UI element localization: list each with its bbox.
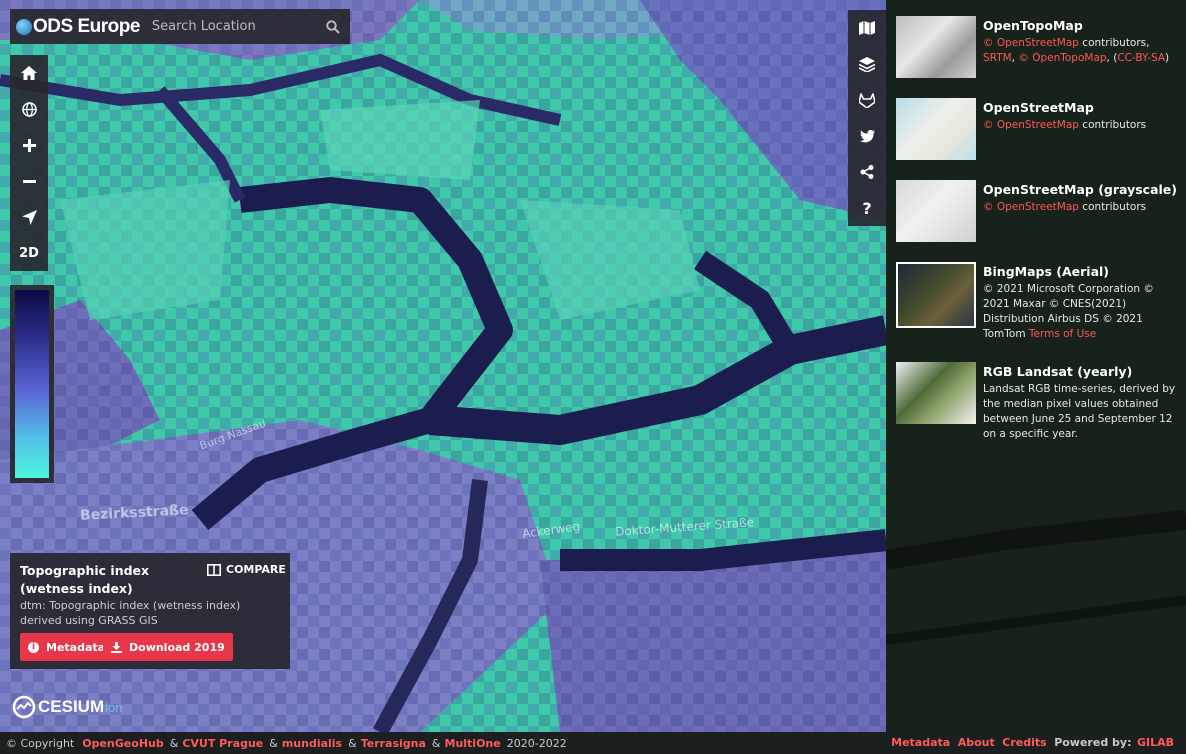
basemap-attribution: © OpenStreetMap contributors [983, 201, 1147, 213]
layers-icon [859, 56, 875, 72]
basemap-thumbnail [896, 180, 976, 242]
basemap-title: OpenStreetMap (grayscale) [983, 182, 1177, 197]
basemap-item-openstreetmap-grayscale[interactable]: OpenStreetMap (grayscale) © OpenStreetMa… [886, 174, 1186, 242]
footer-partner-link[interactable]: MultiOne [445, 737, 501, 750]
help-icon: ? [862, 198, 872, 218]
twitter-icon [859, 129, 875, 142]
attribution-link[interactable]: © OpenTopoMap [1018, 52, 1106, 64]
footer-separator: & [269, 736, 278, 750]
basemap-thumbnail [896, 16, 976, 78]
footer-metadata-link[interactable]: Metadata [891, 736, 950, 749]
attribution-link[interactable]: © OpenStreetMap [983, 201, 1079, 213]
zoom-in-button[interactable] [10, 127, 48, 163]
cesium-logo-icon [12, 695, 36, 719]
locate-button[interactable] [10, 199, 48, 235]
basemap-attribution: © OpenStreetMap contributors, SRTM, © Op… [983, 37, 1170, 64]
gitlab-icon [859, 92, 875, 108]
right-toolbar: ? [848, 10, 886, 226]
footer-years: 2020-2022 [506, 736, 567, 750]
basemap-attribution: © 2021 Microsoft Corporation © 2021 Maxa… [983, 283, 1154, 340]
attribution-link[interactable]: SRTM [983, 52, 1012, 64]
basemap-item-bingmaps-aerial[interactable]: BingMaps (Aerial) © 2021 Microsoft Corpo… [886, 256, 1186, 342]
globe-button[interactable] [10, 91, 48, 127]
basemap-item-rgb-landsat[interactable]: RGB Landsat (yearly) Landsat RGB time-se… [886, 356, 1186, 442]
metadata-label: Metadata [46, 640, 106, 654]
footer-gilab-link[interactable]: GILAB [1137, 736, 1174, 749]
cesium-logo[interactable]: CESIUM ion [12, 695, 122, 719]
locate-arrow-icon [21, 209, 37, 225]
attribution-link[interactable]: © OpenStreetMap [983, 37, 1079, 49]
footer-partner-link[interactable]: mundialis [282, 737, 342, 750]
zoom-out-button[interactable] [10, 163, 48, 199]
compare-button[interactable]: COMPARE [207, 563, 286, 576]
layers-button[interactable] [848, 46, 886, 82]
help-button[interactable]: ? [848, 190, 886, 226]
search-input[interactable] [149, 18, 334, 35]
footer-partner-link[interactable]: OpenGeoHub [82, 737, 163, 750]
footer-links: Metadata About Credits Powered by: GILAB [891, 736, 1174, 749]
footer-separator: & [169, 736, 179, 750]
basemap-thumbnail-selected [896, 262, 976, 328]
home-button[interactable] [10, 55, 48, 91]
info-circle-icon: i [28, 641, 39, 653]
globe-icon [21, 101, 37, 117]
footer: © Copyright OpenGeoHub & CVUT Prague & m… [0, 732, 1186, 754]
footer-copyright: © Copyright [6, 736, 75, 750]
attribution-link[interactable]: Terms of Use [1029, 328, 1096, 340]
map-icon [859, 21, 875, 35]
basemap-attribution: © OpenStreetMap contributors [983, 119, 1147, 131]
share-button[interactable] [848, 154, 886, 190]
share-icon [860, 165, 874, 179]
basemap-thumbnail [896, 362, 976, 424]
home-icon [21, 66, 37, 80]
footer-partner-link[interactable]: CVUT Prague [182, 737, 263, 750]
cesium-ion-text: ion [105, 699, 123, 715]
download-icon [111, 641, 122, 653]
app-logo[interactable]: ODS Europe [16, 16, 140, 38]
download-label: Download 2019 [129, 640, 225, 654]
search-bar: ODS Europe [10, 9, 350, 44]
footer-separator: & [431, 736, 441, 750]
footer-partner-link[interactable]: Terrasigna [361, 737, 426, 750]
compare-label: COMPARE [226, 563, 286, 576]
layer-title: Topographic index (wetness index) [20, 563, 150, 596]
attribution-link[interactable]: © OpenStreetMap [983, 119, 1079, 131]
basemap-title: BingMaps (Aerial) [983, 264, 1110, 279]
map-button[interactable] [848, 10, 886, 46]
footer-powered-label: Powered by: [1054, 736, 1132, 749]
footer-about-link[interactable]: About [958, 736, 995, 749]
color-legend [10, 285, 54, 483]
attribution-link[interactable]: CC-BY-SA [1117, 52, 1165, 64]
footer-separator: & [348, 736, 357, 750]
basemap-title: RGB Landsat (yearly) [983, 364, 1133, 379]
zoom-in-icon [22, 138, 36, 152]
basemap-item-opentopomap[interactable]: OpenTopoMap © OpenStreetMap contributors… [886, 10, 1186, 78]
basemap-title: OpenTopoMap [983, 18, 1083, 33]
basemap-thumbnail [896, 98, 976, 160]
zoom-out-icon [22, 179, 36, 183]
metadata-button[interactable]: i Metadata [20, 633, 114, 661]
layer-description: dtm: Topographic index (wetness index) d… [20, 599, 241, 627]
cesium-logo-text: CESIUM [38, 697, 105, 716]
globe-logo-icon [16, 18, 32, 35]
legend-gradient [15, 290, 49, 478]
toggle-2d-button[interactable]: 2D [10, 235, 48, 271]
basemap-item-openstreetmap[interactable]: OpenStreetMap © OpenStreetMap contributo… [886, 92, 1186, 160]
search-icon[interactable] [326, 19, 340, 38]
app-logo-text: ODS Europe [33, 15, 140, 37]
gitlab-button[interactable] [848, 82, 886, 118]
basemap-attribution: Landsat RGB time-series, derived by the … [983, 383, 1176, 440]
basemap-title: OpenStreetMap [983, 100, 1094, 115]
left-toolbar: 2D [10, 55, 48, 271]
download-button[interactable]: Download 2019 [103, 633, 233, 661]
layer-info-box: Topographic index (wetness index) COMPAR… [10, 553, 290, 669]
footer-credits-link[interactable]: Credits [1002, 736, 1046, 749]
twitter-button[interactable] [848, 118, 886, 154]
basemap-panel: OpenTopoMap © OpenStreetMap contributors… [886, 10, 1186, 456]
compare-icon [207, 563, 221, 576]
